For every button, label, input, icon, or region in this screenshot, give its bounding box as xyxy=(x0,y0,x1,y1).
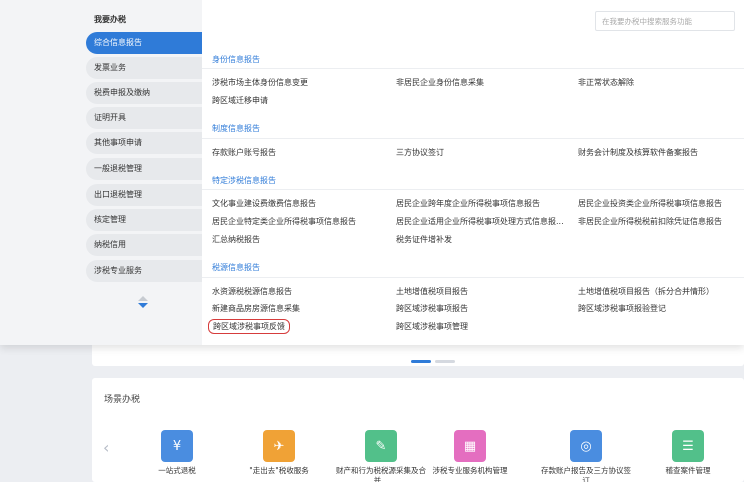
service-link[interactable]: 非居民企业身份信息采集 xyxy=(396,77,484,88)
scene-item-refund[interactable]: ¥ 一站式退税 xyxy=(129,430,225,476)
service-link[interactable]: 居民企业适用企业所得税事项处理方式信息报... xyxy=(396,216,564,227)
service-link[interactable]: 居民企业跨年度企业所得税事项信息报告 xyxy=(396,198,540,209)
service-link[interactable]: 非居民企业所得税税前扣除凭证信息报告 xyxy=(578,216,722,227)
service-link[interactable]: 文化事业建设费缴费信息报告 xyxy=(212,198,316,209)
service-link[interactable]: 涉税市场主体身份信息变更 xyxy=(212,77,308,88)
service-link[interactable]: 居民企业特定类企业所得税事项信息报告 xyxy=(212,216,356,227)
service-link[interactable]: 土地增值税项目报告 xyxy=(396,286,468,297)
scene-item-label: 涉税专业服务机构管理 xyxy=(432,466,508,475)
scene-item-go-global[interactable]: ✈ "走出去"税收服务 xyxy=(231,430,327,476)
divider xyxy=(202,189,744,190)
service-link[interactable]: 土地增值税项目报告（拆分合并情形） xyxy=(578,286,714,297)
service-link[interactable]: 非正常状态解除 xyxy=(578,77,634,88)
sidebar-item-professional-service[interactable]: 涉税专业服务 xyxy=(86,260,202,282)
service-link[interactable]: 新建商品房房源信息采集 xyxy=(212,303,300,314)
scene-item-label: 财产和行为税税源采集及合并... xyxy=(336,466,426,482)
service-link[interactable]: 存款账户账号报告 xyxy=(212,147,276,158)
scene-item-property-tax[interactable]: ✎ 财产和行为税税源采集及合并... xyxy=(333,430,429,482)
sidebar-item-certificate[interactable]: 证明开具 xyxy=(86,107,202,129)
service-link[interactable]: 三方协议签订 xyxy=(396,147,444,158)
sidebar-item-credit[interactable]: 纳税信用 xyxy=(86,234,202,256)
scroll-down-icon[interactable] xyxy=(138,303,148,308)
sidebar-item-general-refund[interactable]: 一般退税管理 xyxy=(86,158,202,180)
scene-title: 场景办税 xyxy=(104,395,141,405)
service-link[interactable]: 跨区域涉税事项报验登记 xyxy=(578,303,666,314)
agency-icon: ▦ xyxy=(454,430,486,462)
section-title-system: 制度信息报告 xyxy=(212,124,260,133)
sidebar-item-invoice[interactable]: 发票业务 xyxy=(86,57,202,79)
chevron-left-icon[interactable]: ‹ xyxy=(103,438,109,457)
divider xyxy=(202,68,744,69)
scene-item-label: 一站式退税 xyxy=(158,466,196,475)
service-link[interactable]: 居民企业投资类企业所得税事项信息报告 xyxy=(578,198,722,209)
section-title-identity: 身份信息报告 xyxy=(212,55,260,64)
sidebar-item-comprehensive-report[interactable]: 综合信息报告 xyxy=(86,32,202,54)
refund-icon: ¥ xyxy=(161,430,193,462)
go-global-icon: ✈ xyxy=(263,430,295,462)
service-link[interactable]: 汇总纳税报告 xyxy=(212,234,260,245)
section-title-tax-source: 税源信息报告 xyxy=(212,263,260,272)
scene-item-label: 稽查案件管理 xyxy=(665,466,711,475)
bank-account-icon: ◎ xyxy=(570,430,602,462)
service-link[interactable]: 财务会计制度及核算软件备案报告 xyxy=(578,147,698,158)
service-link[interactable]: 跨区域涉税事项报告 xyxy=(396,303,468,314)
scene-item-bank-account[interactable]: ◎ 存款账户报告及三方协议签订 xyxy=(538,430,634,482)
sidebar: 我要办税 综合信息报告 发票业务 税费申报及缴纳 证明开具 其他事项申请 一般退… xyxy=(0,0,202,345)
sidebar-item-other-application[interactable]: 其他事项申请 xyxy=(86,132,202,154)
sidebar-item-assessment[interactable]: 核定管理 xyxy=(86,209,202,231)
scroll-up-icon[interactable] xyxy=(138,296,148,301)
sidebar-title: 我要办税 xyxy=(94,15,126,24)
service-link[interactable]: 税务证件增补发 xyxy=(396,234,452,245)
service-link[interactable]: 跨区域迁移申请 xyxy=(212,95,268,106)
property-tax-icon: ✎ xyxy=(365,430,397,462)
sidebar-item-declaration[interactable]: 税费申报及缴纳 xyxy=(86,82,202,104)
carousel-dot-1[interactable] xyxy=(411,360,431,363)
scene-item-audit-case[interactable]: ☰ 稽查案件管理 xyxy=(640,430,736,476)
scene-item-label: 存款账户报告及三方协议签订 xyxy=(541,466,631,482)
section-title-specific: 特定涉税信息报告 xyxy=(212,176,276,185)
tax-menu-panel: 我要办税 综合信息报告 发票业务 税费申报及缴纳 证明开具 其他事项申请 一般退… xyxy=(0,0,744,345)
service-link[interactable]: 跨区域涉税事项管理 xyxy=(396,321,468,332)
divider xyxy=(202,277,744,278)
service-link[interactable]: 水资源税税源信息报告 xyxy=(212,286,292,297)
audit-case-icon: ☰ xyxy=(672,430,704,462)
divider xyxy=(202,138,744,139)
search-input[interactable] xyxy=(595,11,735,31)
sidebar-item-export-refund[interactable]: 出口退税管理 xyxy=(86,184,202,206)
scene-item-agency[interactable]: ▦ 涉税专业服务机构管理 xyxy=(422,430,518,476)
scene-item-label: "走出去"税收服务 xyxy=(249,466,309,475)
sidebar-scroll[interactable] xyxy=(137,296,149,308)
carousel-dot-2[interactable] xyxy=(435,360,455,363)
service-link-highlighted[interactable]: 跨区域涉税事项反馈 xyxy=(208,319,290,334)
carousel-dots[interactable] xyxy=(411,360,455,363)
